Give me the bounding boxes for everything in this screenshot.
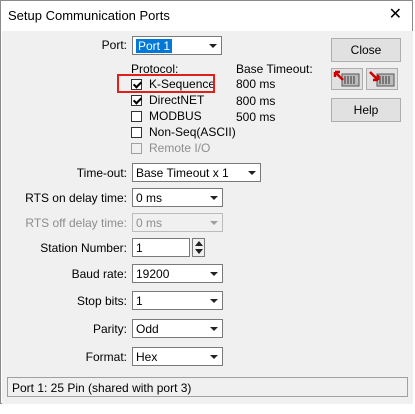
- format-select[interactable]: Hex: [132, 347, 223, 366]
- chevron-down-icon[interactable]: [205, 189, 222, 206]
- chevron-down-icon[interactable]: [204, 37, 221, 54]
- setup-communication-ports-dialog: Setup Communication Ports ✕ Port: Port 1…: [0, 0, 413, 404]
- station-number-label: Station Number:: [40, 241, 127, 255]
- port-to-plc-icon[interactable]: [331, 68, 363, 90]
- chevron-down-icon[interactable]: [205, 348, 222, 365]
- baud-rate-value: 19200: [136, 267, 170, 281]
- rts-on-label: RTS on delay time:: [25, 191, 127, 205]
- station-number-spinner[interactable]: [192, 238, 205, 257]
- status-text: Port 1: 25 Pin (shared with port 3): [12, 381, 192, 395]
- remote-io-checkbox: [131, 143, 142, 154]
- rts-on-value: 0 ms: [136, 191, 163, 205]
- status-bar: Port 1: 25 Pin (shared with port 3): [7, 377, 408, 397]
- chevron-down-icon[interactable]: [205, 292, 222, 309]
- directnet-label: DirectNET: [149, 93, 205, 107]
- time-out-label: Time-out:: [76, 166, 127, 180]
- title-bar: Setup Communication Ports ✕: [1, 1, 412, 31]
- time-out-value: Base Timeout x 1: [136, 166, 229, 180]
- baud-rate-label: Baud rate:: [71, 267, 127, 281]
- parity-value: Odd: [136, 322, 159, 336]
- base-timeout-header: Base Timeout:: [236, 62, 313, 76]
- stop-bits-value: 1: [136, 294, 143, 308]
- station-number-value: 1: [136, 241, 143, 255]
- modbus-checkbox[interactable]: [131, 111, 142, 122]
- port-value: Port 1: [136, 39, 173, 53]
- directnet-timeout: 800 ms: [236, 94, 276, 108]
- dialog-body: Port: Port 1 Protocol: Base Timeout: K-S…: [2, 31, 413, 404]
- rts-off-label: RTS off delay time:: [25, 216, 127, 230]
- format-label: Format:: [85, 350, 127, 364]
- close-button[interactable]: Close: [331, 38, 401, 62]
- rts-off-select: 0 ms: [132, 213, 223, 232]
- k-sequence-timeout: 800 ms: [236, 77, 276, 91]
- non-seq-ascii-checkbox[interactable]: [131, 127, 142, 138]
- close-icon[interactable]: ✕: [389, 5, 402, 25]
- station-number-input[interactable]: 1: [132, 238, 190, 257]
- time-out-select[interactable]: Base Timeout x 1: [132, 163, 261, 182]
- rts-on-select[interactable]: 0 ms: [132, 188, 223, 207]
- remote-io-label: Remote I/O: [149, 141, 211, 155]
- modbus-label: MODBUS: [149, 109, 202, 123]
- parity-label: Parity:: [92, 322, 127, 336]
- directnet-checkbox[interactable]: [131, 95, 142, 106]
- non-seq-ascii-label: Non-Seq(ASCII): [149, 125, 236, 139]
- modbus-timeout: 500 ms: [236, 110, 276, 124]
- parity-select[interactable]: Odd: [132, 319, 223, 338]
- window-title: Setup Communication Ports: [8, 8, 170, 23]
- highlight-box: [117, 74, 215, 93]
- chevron-down-icon[interactable]: [205, 265, 222, 282]
- stop-bits-label: Stop bits:: [76, 294, 127, 308]
- port-label: Port:: [101, 38, 127, 52]
- chevron-down-icon[interactable]: [243, 164, 260, 181]
- format-value: Hex: [136, 350, 158, 364]
- spin-up-icon[interactable]: [195, 241, 203, 246]
- baud-rate-select[interactable]: 19200: [132, 264, 223, 283]
- chevron-down-icon: [205, 214, 222, 231]
- spin-down-icon[interactable]: [195, 249, 203, 254]
- plc-to-port-icon[interactable]: [366, 68, 398, 90]
- port-select[interactable]: Port 1: [132, 36, 222, 55]
- rts-off-value: 0 ms: [136, 216, 163, 230]
- chevron-down-icon[interactable]: [205, 320, 222, 337]
- stop-bits-select[interactable]: 1: [132, 291, 223, 310]
- help-button[interactable]: Help: [331, 98, 401, 122]
